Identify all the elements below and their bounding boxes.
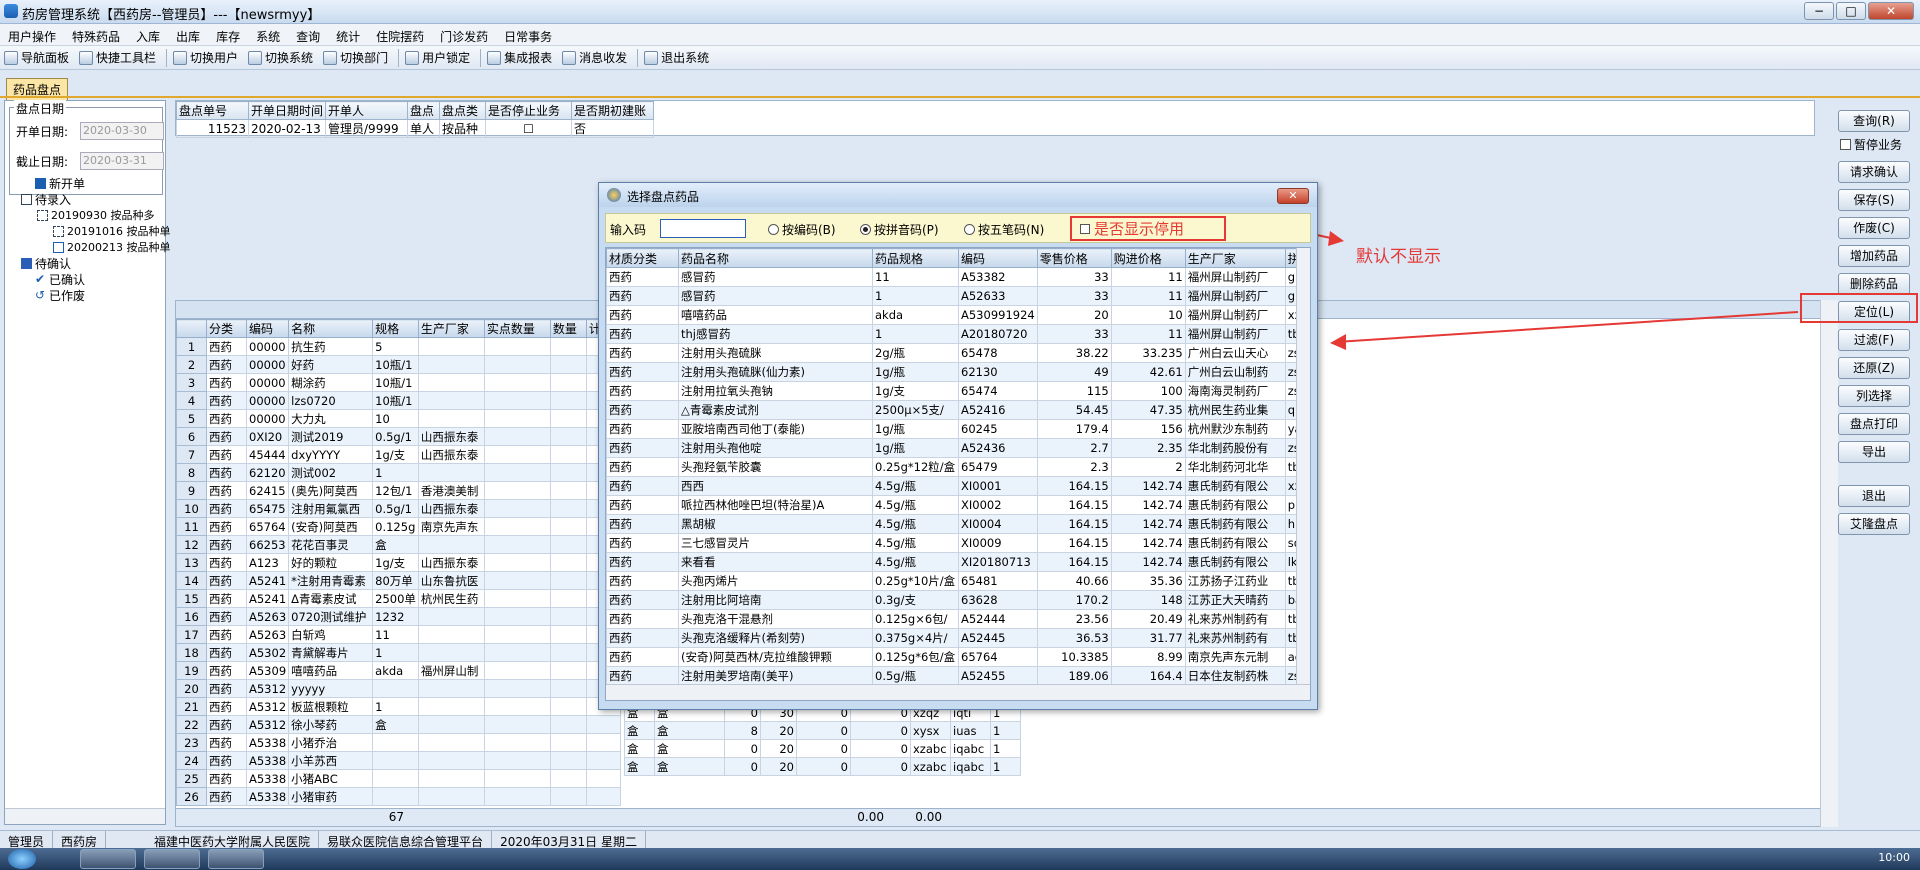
dialog-list-item[interactable]: 西药 注射用头孢硫脒(仙力素) 1g/瓶 62130 49 42.61 广州白云山制药 zs [606,362,1310,382]
checkbox-icon [1080,223,1090,234]
status-dept: 西药房 [53,831,107,849]
dialog-list-item[interactable]: 西药 △青霉素皮试剂 2500μ×5支/A52416 54.45 47.35 杭州民生药业… [606,400,1310,420]
dialog-hscroll[interactable] [606,684,1310,700]
status-bar: 管理员 西药房 福建中医药大学附属人民医院 易联众医院信息综合管理平台 2020… [0,830,1920,849]
show-disabled-checkbox[interactable]: 是否显示停用 [1070,216,1226,241]
radio-icon [964,224,975,235]
dialog-list-item[interactable]: 西药 嘻嘻药品 akda A530991924 20 10 福州屏山制药厂 xx [606,305,1310,325]
dcol-purchase-price[interactable]: 购进价格 [1110,248,1186,268]
dialog-list-item[interactable]: 西药感冒药11A533823311福州屏山制药厂gm [606,267,1310,287]
arrow-head [1328,231,1344,246]
radio-by-code[interactable]: 按编码(B) [768,221,836,238]
dcol-code[interactable]: 编码 [958,248,1038,268]
dialog-list-item[interactable]: 西药感冒药1A526333311福州屏山制药厂gm [606,286,1310,306]
dcol-drug-name[interactable]: 药品名称 [678,248,873,268]
taskbar-app-2[interactable] [144,849,200,869]
dialog-list-item[interactable]: 西药 头孢丙烯片 0.25g*10片/盒 65481 40.66 35.36 江苏扬子江药业… [606,571,1310,591]
dcol-manufacturer[interactable]: 生产厂家 [1184,248,1286,268]
dialog-list-item[interactable]: 西药 黑胡椒 4.5g/瓶 XI0004 164.15 142.74 惠氏制药有限公 hh [606,514,1310,534]
radio-selected-icon [860,224,871,235]
dialog-close-button[interactable]: ✕ [1277,188,1309,204]
status-platform: 易联众医院信息综合管理平台 [319,831,493,849]
radio-by-wubi[interactable]: 按五笔码(N) [964,221,1044,238]
taskbar-app-1[interactable] [80,849,136,869]
dialog-list-item[interactable]: 西药 头孢克洛干混悬剂 0.125g×6包/A52444 23.56 20.49 礼来苏州… [606,609,1310,629]
status-date: 2020年03月31日 星期二 [492,831,646,849]
radio-by-pinyin[interactable]: 按拼音码(P) [860,221,939,238]
taskbar-app-3[interactable] [208,849,264,869]
dialog-drug-grid: 材质分类 药品名称 药品规格 编码 零售价格 购进价格 生产厂家 拼 西药 感冒药… [605,247,1311,701]
dcol-spec[interactable]: 药品规格 [872,248,959,268]
dialog-list-item[interactable]: 西药 注射用拉氧头孢钠 1g/支 65474 115 100 海南海灵制药厂 zs [606,381,1310,401]
select-drug-dialog: 选择盘点药品 ✕ 输入码 按编码(B) 按拼音码(P) 按五笔码(N) 是否显示… [598,182,1318,710]
dialog-list-item[interactable]: 西药 注射用头孢硫脒 2g/瓶 65478 38.22 33.235 广州白云山天心 zs [606,343,1310,363]
dialog-list-item[interactable]: 西药 头孢克洛缓释片(希刻劳) 0.375g×4片/A52445 36.53 31.77… [606,628,1310,648]
dialog-list-item[interactable]: 西药 头孢羟氨苄胶囊 0.25g*12粒/盒 65479 2.3 2 华北制药河北华 tb [606,457,1310,477]
arrow-head [1330,334,1346,350]
start-orb-icon[interactable] [8,849,36,869]
dialog-title: 选择盘点药品 [627,190,700,204]
dcol-retail-price[interactable]: 零售价格 [1036,248,1112,268]
dialog-list-item[interactable]: 西药 注射用头孢他啶 1g/瓶 A52436 2.7 2.35 华北制药股份有 zs [606,438,1310,458]
dialog-list-item[interactable]: 西药 哌拉西林他唑巴坦(特治星)A 4.5g/瓶 XI0002 164.15 142.74… [606,495,1310,515]
arrow-to-dialog [1335,311,1799,343]
dialog-list-item[interactable]: 西药 thj感冒药 1 A20180720 33 11 福州屏山制药厂 tb [606,324,1310,344]
status-hospital: 福建中医药大学附属人民医院 [146,831,320,849]
dialog-list-item[interactable]: 西药 注射用比阿培南 0.3g/支 63628 170.2 148 江苏正大天晴药 ba [606,590,1310,610]
dialog-list-item[interactable]: 西药 来看看 4.5g/瓶 XI20180713 164.15 142.74 惠氏制药有限公… [606,552,1310,572]
dialog-list-item[interactable]: 西药 注射用美罗培南(美平) 0.5g/瓶 A52455 189.06 164.4 日本住友… [606,666,1310,686]
dialog-list-item[interactable]: 西药 (安奇)阿莫西林/克拉维酸钾颗 0.125g*6包/盒 65764 10.3385… [606,647,1310,667]
dialog-app-icon [607,188,621,202]
status-user: 管理员 [0,831,54,849]
dialog-header-row: 材质分类 药品名称 药品规格 编码 零售价格 购进价格 生产厂家 拼 [606,248,1310,268]
dialog-list-item[interactable]: 西药 西西 4.5g/瓶 XI0001 164.15 142.74 惠氏制药有限公 xx [606,476,1310,496]
input-code-label: 输入码 [610,223,647,237]
dialog-vscroll[interactable] [1296,248,1310,684]
dialog-list-item[interactable]: 西药 亚胺培南西司他丁(泰能) 1g/瓶 60245 179.4 156 杭州默沙东制药 ya [606,419,1310,439]
dialog-search-bar: 输入码 按编码(B) 按拼音码(P) 按五笔码(N) 是否显示停用 [605,213,1311,243]
dialog-list-item[interactable]: 西药 三七感冒灵片 4.5g/瓶 XI0009 164.15 142.74 惠氏制药有限公 s… [606,533,1310,553]
radio-icon [768,224,779,235]
taskbar-clock: 10:00 [1878,851,1910,864]
annotation-default-hidden: 默认不显示 [1356,247,1441,267]
input-code-field[interactable] [660,219,746,238]
dcol-category[interactable]: 材质分类 [606,248,679,268]
taskbar: 10:00 [0,848,1920,870]
dialog-title-bar: 选择盘点药品 ✕ [599,183,1317,207]
